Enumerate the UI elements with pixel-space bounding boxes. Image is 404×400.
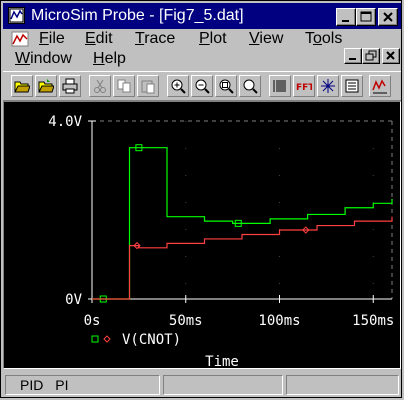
performance-icon[interactable] xyxy=(317,75,339,97)
status-left-text: PID xyxy=(20,377,44,393)
window-title: MicroSim Probe - [Fig7_5.dat] xyxy=(31,7,244,24)
menu-edit-rest: dit xyxy=(95,30,113,47)
menu-help[interactable]: Help xyxy=(93,50,126,68)
menu-trace-rest: race xyxy=(144,30,176,47)
zoom-in-icon[interactable] xyxy=(167,75,189,97)
minimize-button[interactable] xyxy=(336,8,356,26)
probe-app-icon[interactable] xyxy=(8,7,25,24)
svg-text:FFT: FFT xyxy=(296,83,312,93)
legend-marker-2 xyxy=(103,335,111,343)
y-tick-label: 4.0V xyxy=(48,114,82,130)
series-line-2 xyxy=(92,216,393,300)
menu-file[interactable]: File xyxy=(39,30,65,48)
menu-plot-rest: lot xyxy=(209,30,227,47)
x-tick-label: 50ms xyxy=(169,313,203,329)
status-field-middle xyxy=(163,375,283,395)
zoom-out-icon[interactable] xyxy=(191,75,213,97)
document-minimize-button[interactable] xyxy=(344,48,362,64)
document-icon[interactable] xyxy=(11,31,29,47)
x-tick-label: 0s xyxy=(84,313,101,329)
add-trace-icon[interactable] xyxy=(341,75,363,97)
status-field-right xyxy=(286,375,399,395)
cut-icon[interactable] xyxy=(89,75,111,97)
menu-window[interactable]: Window xyxy=(15,50,72,68)
menu-help-rest: elp xyxy=(104,50,126,67)
menu-window-rest: indow xyxy=(30,50,72,67)
menu-trace[interactable]: Trace xyxy=(135,30,175,48)
maximize-button[interactable] xyxy=(356,8,376,26)
status-bar: PID PI xyxy=(3,373,401,397)
menu-tools[interactable]: Tools xyxy=(305,30,342,48)
menu-tools-first: T xyxy=(305,30,313,47)
menu-edit[interactable]: Edit xyxy=(85,30,113,48)
menu-bar: File Edit Trace Plot View Tools Window H… xyxy=(3,29,401,69)
x-tick-label: 100ms xyxy=(258,313,300,329)
x-axis-label: Time xyxy=(205,354,239,368)
paste-icon[interactable] xyxy=(137,75,159,97)
probe-window: MicroSim Probe - [Fig7_5.dat] File Edit … xyxy=(0,0,402,398)
plot-area[interactable]: 0V 4.0V 0s 50ms 100ms 150ms Time V(CNOT) xyxy=(3,101,401,370)
menu-view[interactable]: View xyxy=(249,30,283,48)
chart-svg[interactable]: 0V 4.0V 0s 50ms 100ms 150ms Time V(CNOT) xyxy=(4,102,400,370)
series-line-1 xyxy=(92,147,393,300)
toolbar: FFT xyxy=(3,71,401,101)
document-restore-button[interactable] xyxy=(362,48,380,64)
menu-file-rest: ile xyxy=(48,30,65,47)
x-tick-label: 150ms xyxy=(352,313,394,329)
mark-label-icon[interactable] xyxy=(369,75,391,97)
close-button[interactable] xyxy=(378,8,398,26)
menu-tools-rest: ols xyxy=(321,30,343,47)
title-bar[interactable]: MicroSim Probe - [Fig7_5.dat] xyxy=(3,3,401,29)
document-close-button[interactable] xyxy=(382,48,400,64)
y-tick-label: 0V xyxy=(65,292,82,308)
zoom-fit-icon[interactable] xyxy=(239,75,261,97)
zoom-area-icon[interactable] xyxy=(215,75,237,97)
open-icon[interactable] xyxy=(11,75,33,97)
status-right-text: PI xyxy=(55,377,69,393)
legend-label-2: V(CNOT) xyxy=(122,332,181,348)
print-icon[interactable] xyxy=(59,75,81,97)
status-field-left: PID PI xyxy=(5,375,160,395)
menu-view-rest: iew xyxy=(259,30,284,47)
menu-plot[interactable]: Plot xyxy=(199,30,227,48)
fft-icon[interactable]: FFT xyxy=(293,75,315,97)
open-file-icon[interactable] xyxy=(35,75,57,97)
log-x-icon[interactable] xyxy=(269,75,291,97)
copy-icon[interactable] xyxy=(113,75,135,97)
legend-marker-1 xyxy=(91,335,99,343)
